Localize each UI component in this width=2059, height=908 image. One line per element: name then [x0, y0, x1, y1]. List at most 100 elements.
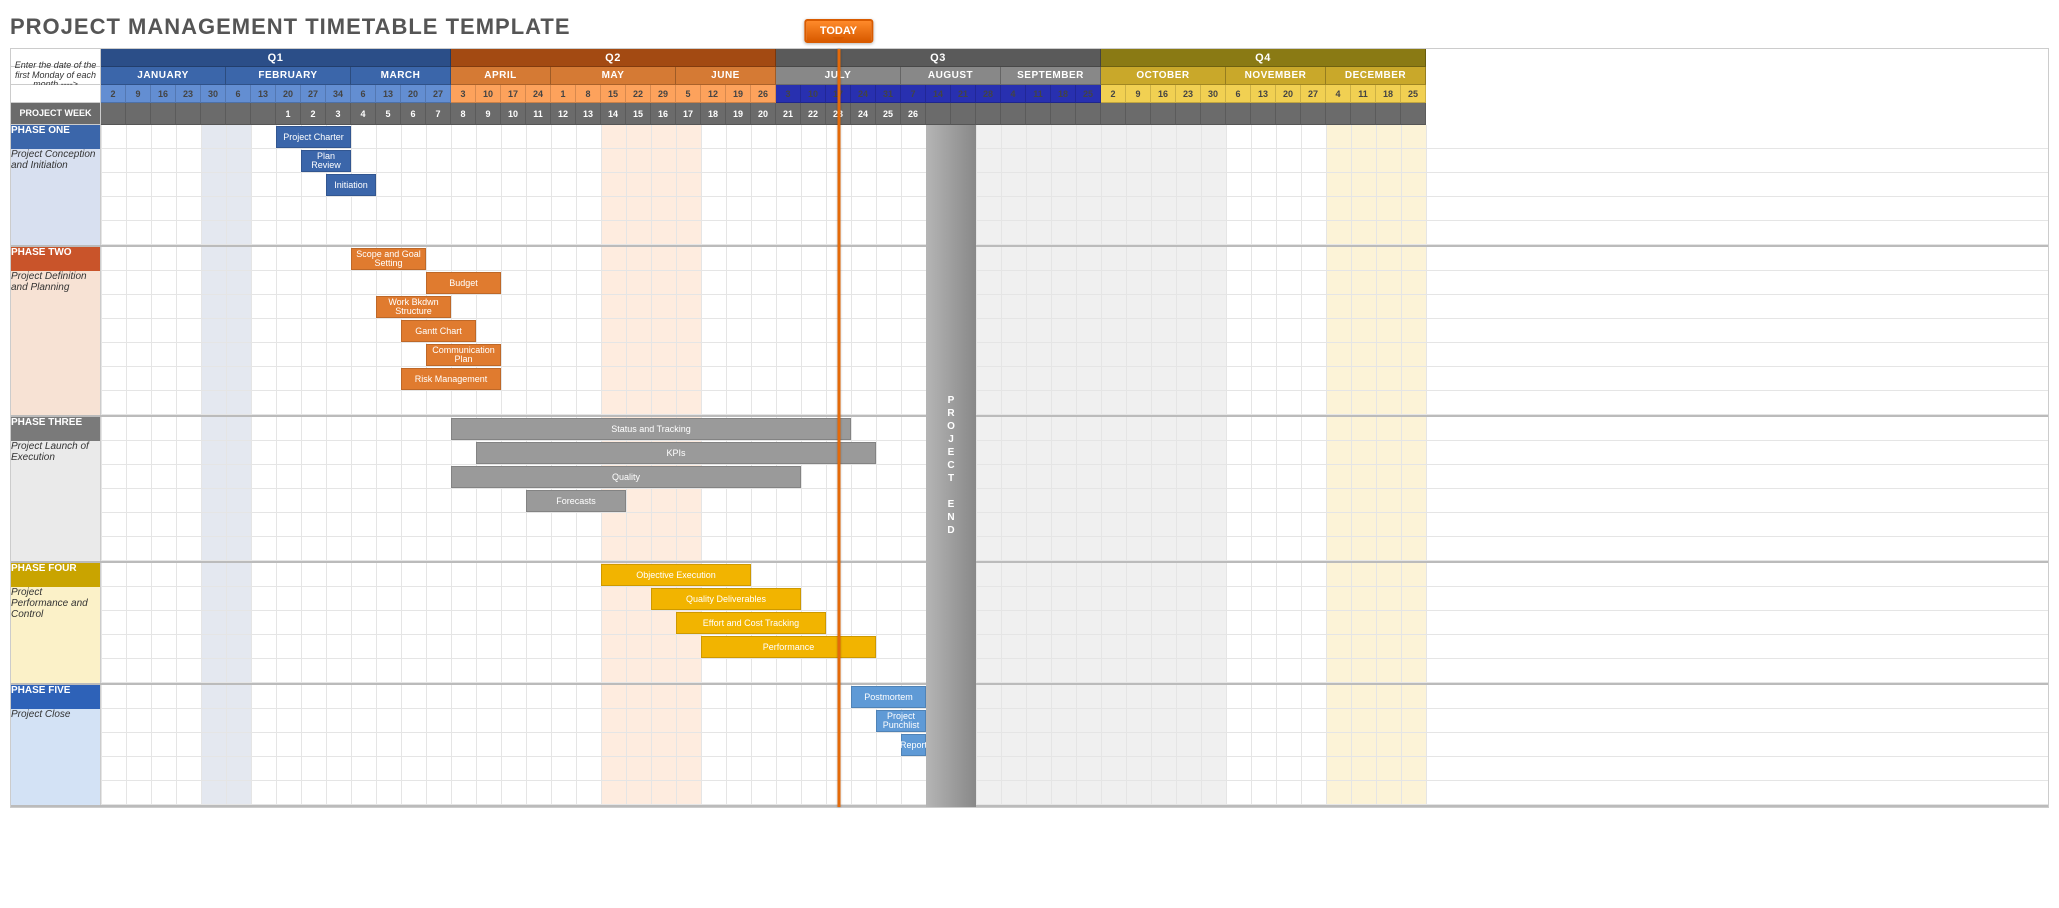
phase-label: PHASE FIVE: [11, 685, 100, 709]
day-cell: 23: [176, 85, 201, 103]
task-row: Forecasts: [101, 489, 2048, 513]
week-cell: [1126, 103, 1151, 125]
task-bar[interactable]: Project Punchlist: [876, 710, 926, 732]
task-bar[interactable]: KPIs: [476, 442, 876, 464]
task-row: Gantt Chart: [101, 319, 2048, 343]
task-bar[interactable]: Quality Deliverables: [651, 588, 801, 610]
day-cell: 4: [1326, 85, 1351, 103]
day-cell: 20: [401, 85, 426, 103]
header-months: Enter the date of the first Monday of ea…: [11, 67, 2048, 85]
phase-group-phase5: PHASE FIVEProject Close PostmortemProject…: [11, 685, 2048, 807]
day-cell: 18: [1051, 85, 1076, 103]
quarter-q1: Q1: [101, 49, 451, 67]
week-cell: [251, 103, 276, 125]
task-row: [101, 781, 2048, 805]
phase-group-phase2: PHASE TWOProject Definition and Planning…: [11, 247, 2048, 417]
project-end-marker: PROJECT END: [926, 125, 976, 807]
task-bar[interactable]: Scope and Goal Setting: [351, 248, 426, 270]
week-cell: 20: [751, 103, 776, 125]
task-row: [101, 659, 2048, 683]
week-cell: 24: [851, 103, 876, 125]
day-cell: 30: [201, 85, 226, 103]
week-cell: 11: [526, 103, 551, 125]
sidebar-note: Enter the date of the first Monday of ea…: [11, 67, 101, 85]
week-cell: [1326, 103, 1351, 125]
task-row: [101, 537, 2048, 561]
phase-group-phase1: PHASE ONEProject Conception and Initiati…: [11, 125, 2048, 247]
day-cell: 15: [601, 85, 626, 103]
phase-desc: Project Launch of Execution: [11, 441, 100, 561]
week-cell: [201, 103, 226, 125]
phase-desc: Project Conception and Initiation: [11, 149, 100, 245]
day-cell: 6: [1226, 85, 1251, 103]
day-cell: 5: [676, 85, 701, 103]
day-cell: 6: [351, 85, 376, 103]
day-cell: 27: [301, 85, 326, 103]
task-bar[interactable]: Communication Plan: [426, 344, 501, 366]
day-cell: 10: [476, 85, 501, 103]
header-quarters: Q1Q2Q3Q4: [11, 49, 2048, 67]
day-cell: 24: [526, 85, 551, 103]
task-bar[interactable]: Project Charter: [276, 126, 351, 148]
task-row: Risk Management: [101, 367, 2048, 391]
week-cell: [976, 103, 1001, 125]
quarter-q2: Q2: [451, 49, 776, 67]
day-cell: 34: [326, 85, 351, 103]
day-cell: 12: [701, 85, 726, 103]
phase-group-phase3: PHASE THREEProject Launch of Execution St…: [11, 417, 2048, 563]
task-bar[interactable]: Performance: [701, 636, 876, 658]
day-cell: 4: [1001, 85, 1026, 103]
week-cell: 23: [826, 103, 851, 125]
month-january: JANUARY: [101, 67, 226, 85]
task-row: KPIs: [101, 441, 2048, 465]
month-november: NOVEMBER: [1226, 67, 1326, 85]
day-cell: 8: [576, 85, 601, 103]
day-cell: 20: [1276, 85, 1301, 103]
page-title: PROJECT MANAGEMENT TIMETABLE TEMPLATE: [10, 10, 2049, 48]
week-cell: 22: [801, 103, 826, 125]
task-bar[interactable]: Work Bkdwn Structure: [376, 296, 451, 318]
task-bar[interactable]: Risk Management: [401, 368, 501, 390]
day-cell: 6: [226, 85, 251, 103]
task-bar[interactable]: Objective Execution: [601, 564, 751, 586]
header-days: 2916233061320273461320273101724181522295…: [11, 85, 2048, 103]
task-bar[interactable]: Forecasts: [526, 490, 626, 512]
task-bar[interactable]: Gantt Chart: [401, 320, 476, 342]
phase-group-phase4: PHASE FOURProject Performance and Contro…: [11, 563, 2048, 685]
month-april: APRIL: [451, 67, 551, 85]
task-bar[interactable]: Report: [901, 734, 926, 756]
phase-label: PHASE THREE: [11, 417, 100, 441]
task-bar[interactable]: Effort and Cost Tracking: [676, 612, 826, 634]
week-cell: 26: [901, 103, 926, 125]
month-march: MARCH: [351, 67, 451, 85]
task-bar[interactable]: Postmortem: [851, 686, 926, 708]
week-cell: [1151, 103, 1176, 125]
task-bar[interactable]: Plan Review: [301, 150, 351, 172]
day-cell: 17: [501, 85, 526, 103]
day-cell: 3: [776, 85, 801, 103]
week-cell: 14: [601, 103, 626, 125]
week-cell: [1376, 103, 1401, 125]
day-cell: 11: [1351, 85, 1376, 103]
day-cell: 14: [926, 85, 951, 103]
task-bar[interactable]: Quality: [451, 466, 801, 488]
quarter-q3: Q3: [776, 49, 1101, 67]
day-cell: 26: [751, 85, 776, 103]
week-cell: 6: [401, 103, 426, 125]
day-cell: 1: [551, 85, 576, 103]
day-cell: 17: [826, 85, 851, 103]
today-flag: TODAY: [804, 19, 873, 43]
phase-label: PHASE FOUR: [11, 563, 100, 587]
week-cell: 10: [501, 103, 526, 125]
task-row: Communication Plan: [101, 343, 2048, 367]
phase-desc: Project Close: [11, 709, 100, 805]
day-cell: 18: [1376, 85, 1401, 103]
task-bar[interactable]: Initiation: [326, 174, 376, 196]
day-cell: 2: [101, 85, 126, 103]
day-cell: 9: [1126, 85, 1151, 103]
task-bar[interactable]: Status and Tracking: [451, 418, 851, 440]
week-cell: [176, 103, 201, 125]
task-bar[interactable]: Budget: [426, 272, 501, 294]
day-cell: 19: [726, 85, 751, 103]
week-cell: 15: [626, 103, 651, 125]
